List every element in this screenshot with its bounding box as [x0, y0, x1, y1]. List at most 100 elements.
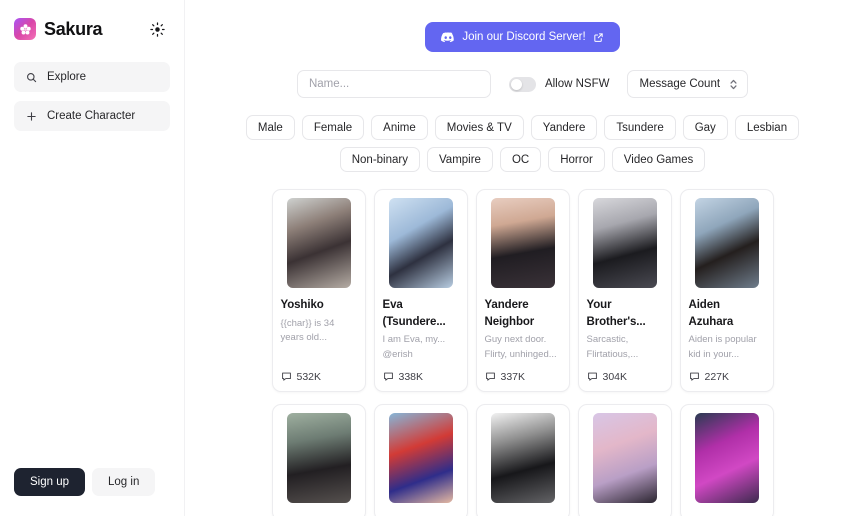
character-card[interactable]: Yandere Neighbor Guy next door. Flirty, u…	[475, 189, 570, 392]
tag-filter[interactable]: Tsundere	[604, 115, 676, 140]
tag-filter[interactable]: Yandere	[530, 115, 598, 140]
tag-filter-list: Male Female Anime Movies & TV Yandere Ts…	[185, 115, 860, 172]
tag-filter[interactable]: Video Games	[611, 147, 706, 172]
plus-icon	[25, 110, 38, 123]
sun-icon[interactable]	[144, 16, 170, 42]
tag-filter[interactable]: Female	[301, 115, 365, 140]
avatar-image	[388, 198, 453, 288]
message-count: 532K	[296, 370, 322, 383]
character-card[interactable]	[271, 403, 366, 516]
tag-filter[interactable]: Movies & TV	[434, 115, 524, 140]
character-card[interactable]: Yoshiko {{char}} is 34 years old... 532K	[271, 189, 366, 392]
chevron-updown-icon	[729, 78, 738, 91]
tag-filter[interactable]: Gay	[682, 115, 728, 140]
external-link-icon	[593, 32, 604, 43]
brand-name: Sakura	[44, 18, 103, 39]
character-name: Eva (Tsundere...	[382, 299, 446, 328]
message-bubble-icon	[383, 371, 394, 382]
tag-filter[interactable]: Lesbian	[734, 115, 800, 140]
allow-nsfw-label: Allow NSFW	[544, 78, 610, 90]
character-card[interactable]: Eva (Tsundere... I am Eva, my... @erish 338…	[373, 189, 468, 392]
message-count: 227K	[704, 370, 730, 383]
character-card[interactable]	[475, 403, 570, 516]
tag-filter[interactable]: Non-binary	[339, 147, 420, 172]
character-avatar	[694, 412, 759, 503]
search-input[interactable]	[296, 70, 491, 98]
avatar-image	[286, 198, 351, 288]
discord-row: Join our Discord Server!	[185, 22, 860, 52]
tag-filter[interactable]: Vampire	[426, 147, 493, 172]
join-discord-button[interactable]: Join our Discord Server!	[425, 22, 620, 52]
character-description: {{char}} is 34 years old...	[280, 317, 335, 343]
allow-nsfw-group: Allow NSFW	[508, 76, 610, 92]
character-avatar	[286, 412, 351, 503]
character-stats: 532K	[281, 362, 357, 383]
auth-row: Sign up Log in	[14, 468, 170, 516]
character-avatar	[286, 198, 351, 288]
character-card[interactable]	[373, 403, 468, 516]
discord-icon	[441, 31, 455, 43]
tag-filter[interactable]: Horror	[548, 147, 605, 172]
avatar-image	[694, 198, 759, 288]
character-card[interactable]	[679, 403, 774, 516]
avatar-image	[388, 412, 453, 503]
toggle-knob	[510, 78, 522, 90]
message-count: 304K	[602, 370, 628, 383]
main-content: Join our Discord Server! Allow NSFW	[185, 0, 860, 516]
character-card[interactable]	[577, 403, 672, 516]
sidebar-item-explore[interactable]: Explore	[14, 62, 170, 92]
sort-select[interactable]: Message Count	[627, 70, 749, 98]
sidebar-item-label: Create Character	[47, 110, 136, 122]
character-stats: 338K	[383, 362, 459, 383]
sidebar-item-create-character[interactable]: Create Character	[14, 101, 170, 131]
brand-row: Sakura	[14, 12, 170, 46]
message-bubble-icon	[485, 371, 496, 382]
message-count: 338K	[398, 370, 424, 383]
character-avatar	[694, 198, 759, 288]
avatar-image	[490, 198, 555, 288]
tag-filter[interactable]: Anime	[371, 115, 428, 140]
character-name: Your Brother's...	[586, 299, 646, 328]
sidebar: Sakura Explore Create Character Sign up …	[0, 0, 185, 516]
avatar-image	[694, 412, 759, 503]
character-name: Yandere Neighbor	[484, 299, 535, 328]
avatar-image	[592, 412, 657, 503]
log-in-button[interactable]: Log in	[92, 468, 156, 496]
character-avatar	[592, 412, 657, 503]
character-name: Yoshiko	[280, 299, 324, 311]
character-description: I am Eva, my...	[382, 334, 446, 346]
character-card[interactable]: Your Brother's... Sarcastic, Flirtatious,…	[577, 189, 672, 392]
character-avatar	[490, 412, 555, 503]
avatar-image	[286, 412, 351, 503]
join-discord-label: Join our Discord Server!	[462, 31, 586, 43]
character-stats: 304K	[587, 362, 663, 383]
character-card[interactable]: Aiden Azuhara Aiden is popular kid in you…	[679, 189, 774, 392]
tag-filter[interactable]: OC	[499, 147, 542, 172]
avatar-image	[592, 198, 657, 288]
character-description: Sarcastic, Flirtatious,...	[586, 334, 639, 360]
message-bubble-icon	[281, 371, 292, 382]
sign-up-button[interactable]: Sign up	[14, 468, 86, 496]
message-count: 337K	[500, 370, 526, 383]
character-avatar	[388, 412, 453, 503]
tag-filter[interactable]: Male	[245, 115, 295, 140]
search-icon	[25, 71, 38, 84]
character-description: Guy next door. Flirty, unhinged...	[484, 334, 557, 360]
message-bubble-icon	[587, 371, 598, 382]
character-card-grid: Yoshiko {{char}} is 34 years old... 532K Ev…	[185, 189, 860, 516]
sidebar-item-label: Explore	[47, 71, 86, 83]
sort-select-value: Message Count	[639, 78, 721, 90]
character-avatar	[490, 198, 555, 288]
avatar-image	[490, 412, 555, 503]
character-author: @erish	[382, 348, 413, 360]
character-description: Aiden is popular kid in your...	[688, 334, 757, 360]
allow-nsfw-toggle[interactable]	[508, 76, 536, 92]
character-stats: 337K	[485, 362, 561, 383]
message-bubble-icon	[689, 371, 700, 382]
app-root: Sakura Explore Create Character Sign up …	[0, 0, 860, 516]
character-avatar	[388, 198, 453, 288]
character-name: Aiden Azuhara	[688, 299, 734, 328]
filter-controls-row: Allow NSFW Message Count	[185, 70, 860, 98]
sakura-flower-icon	[14, 18, 36, 40]
